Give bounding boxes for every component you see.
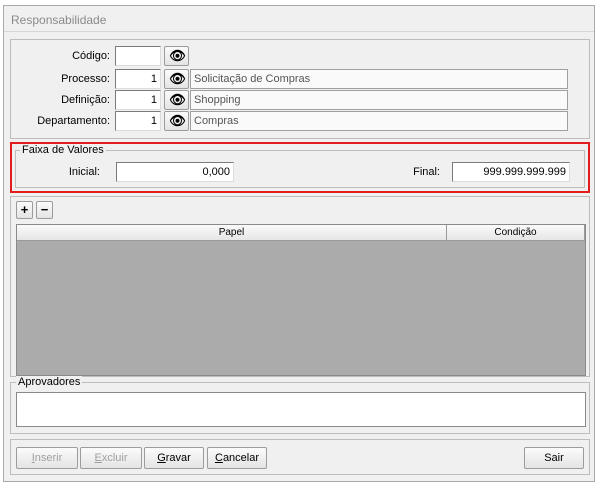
departamento-search-button[interactable]: 👁︎	[164, 111, 189, 131]
final-label: Final:	[413, 166, 440, 178]
definicao-label: Definição:	[61, 94, 110, 106]
faixa-highlight: Faixa de Valores Inicial: 0,000 Final: 9…	[10, 142, 590, 193]
departamento-label: Departamento:	[37, 115, 110, 127]
binoculars-icon: 👁︎	[169, 48, 185, 63]
aprovadores-title: Aprovadores	[16, 376, 83, 388]
papel-grid[interactable]: Papel Condição	[16, 224, 586, 376]
inicial-label: Inicial:	[68, 166, 100, 178]
responsabilidade-window: Responsabilidade Código: 👁︎ Processo: 1 …	[3, 5, 595, 482]
cancelar-button[interactable]: Cancelar	[207, 447, 267, 469]
departamento-description: Compras	[190, 111, 568, 131]
window-title: Responsabilidade	[11, 13, 107, 27]
processo-input[interactable]: 1	[115, 69, 161, 89]
processo-label: Processo:	[61, 73, 110, 85]
processo-search-button[interactable]: 👁︎	[164, 69, 189, 89]
add-row-button[interactable]: +	[16, 201, 33, 219]
gravar-button[interactable]: Gravar	[144, 447, 204, 469]
faixa-title: Faixa de Valores	[20, 144, 106, 156]
definicao-description: Shopping	[190, 90, 568, 110]
binoculars-icon: 👁︎	[169, 71, 185, 86]
remove-row-button[interactable]: −	[36, 201, 53, 219]
sair-button[interactable]: Sair	[524, 447, 584, 469]
definicao-search-button[interactable]: 👁︎	[164, 90, 189, 110]
binoculars-icon: 👁︎	[169, 113, 185, 128]
aprovadores-memo[interactable]	[16, 392, 586, 427]
inicial-input[interactable]: 0,000	[116, 162, 234, 182]
processo-description: Solicitação de Compras	[190, 69, 568, 89]
column-header-condicao[interactable]: Condição	[447, 225, 585, 241]
departamento-input[interactable]: 1	[115, 111, 161, 131]
codigo-input[interactable]	[115, 46, 161, 66]
column-header-papel[interactable]: Papel	[17, 225, 447, 241]
inserir-button[interactable]: Inserir	[16, 447, 78, 469]
header-group: Código: 👁︎ Processo: 1 👁︎ Solicitação de…	[10, 39, 590, 139]
final-input[interactable]: 999.999.999.999	[452, 162, 570, 182]
codigo-label: Código:	[72, 50, 110, 62]
definicao-input[interactable]: 1	[115, 90, 161, 110]
title-bar: Responsabilidade	[4, 6, 594, 32]
codigo-search-button[interactable]: 👁︎	[164, 46, 189, 66]
excluir-button[interactable]: Excluir	[80, 447, 142, 469]
binoculars-icon: 👁︎	[169, 92, 185, 107]
